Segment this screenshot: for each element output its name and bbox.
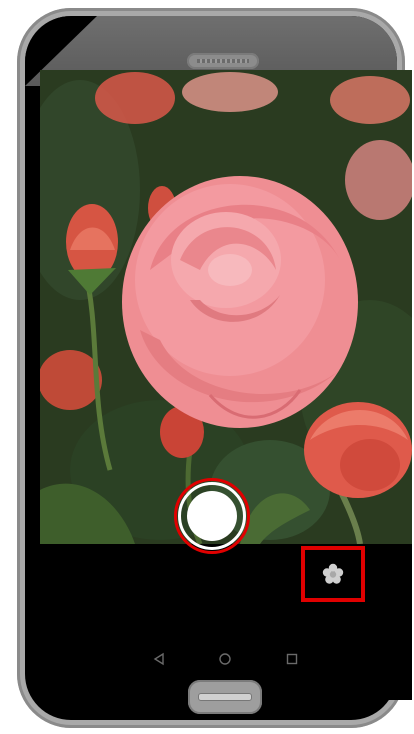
recent-apps-icon[interactable] [285,652,299,666]
shutter-button[interactable] [178,482,246,550]
physical-home-button[interactable] [188,680,262,714]
flower-gallery-icon [322,563,344,584]
callout-label: (1) [302,610,339,643]
rose-photo [40,70,412,544]
earpiece-speaker [187,53,259,69]
back-icon[interactable] [152,652,166,666]
home-icon[interactable] [218,652,232,666]
gallery-button[interactable] [301,546,365,602]
camera-viewfinder[interactable] [40,70,412,544]
phone-screen [40,70,412,700]
